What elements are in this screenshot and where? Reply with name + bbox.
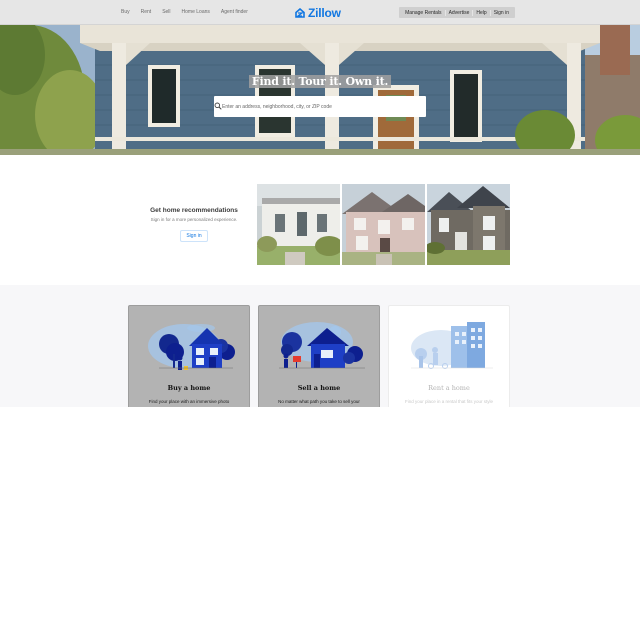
sell-home-illustration xyxy=(279,322,365,369)
sign-in-button[interactable]: Sign in xyxy=(180,230,208,242)
hero-banner: Find it. Tour it. Own it. xyxy=(0,25,640,155)
recommendation-photos xyxy=(257,184,512,265)
hero-house-photo xyxy=(0,25,640,155)
buy-home-illustration xyxy=(148,324,235,370)
zillow-house-icon xyxy=(295,8,305,18)
recommendations-section: Get home recommendations Sign in for a m… xyxy=(0,155,640,285)
nav-link-home-loans[interactable]: Home Loans xyxy=(182,9,210,15)
recommendations-subtitle: Sign in for a more personalized experien… xyxy=(150,217,238,222)
nav-link-rent[interactable]: Rent xyxy=(141,9,152,15)
buy-home-description: Find your place with an immersive photo xyxy=(148,399,230,404)
search-icon[interactable] xyxy=(214,102,222,110)
nav-link-buy[interactable]: Buy xyxy=(121,9,130,15)
nav-link-advertise[interactable]: Advertise xyxy=(444,9,473,16)
home-photo-pink-house xyxy=(342,184,425,265)
sell-home-description: No matter what path you take to sell you… xyxy=(278,399,360,404)
rent-home-title: Rent a home xyxy=(428,384,470,392)
nav-link-sign-in[interactable]: Sign in xyxy=(489,9,512,16)
nav-link-help[interactable]: Help xyxy=(472,9,489,16)
top-navigation: Buy Rent Sell Home Loans Agent finder Zi… xyxy=(0,0,640,25)
home-photo-white-house xyxy=(257,184,340,265)
recommendations-title: Get home recommendations xyxy=(150,207,238,214)
nav-link-sell[interactable]: Sell xyxy=(162,9,170,15)
rent-home-illustration xyxy=(411,322,493,369)
search-input[interactable] xyxy=(222,103,407,110)
search-bar xyxy=(214,96,426,117)
primary-nav: Buy Rent Sell Home Loans Agent finder xyxy=(121,9,259,15)
zillow-logo[interactable]: Zillow xyxy=(295,6,341,20)
logo-text: Zillow xyxy=(308,6,341,20)
home-photo-stone-house xyxy=(427,184,510,265)
sell-home-title: Sell a home xyxy=(297,384,341,392)
secondary-nav: Manage Rentals Advertise Help Sign in xyxy=(399,7,515,18)
rent-home-card[interactable]: Rent a home Find your place in a rental … xyxy=(388,305,510,407)
nav-link-manage-rentals[interactable]: Manage Rentals xyxy=(402,10,444,16)
sell-home-card[interactable]: Sell a home No matter what path you take… xyxy=(258,305,380,407)
buy-home-card[interactable]: Buy a home Find your place with an immer… xyxy=(128,305,250,407)
rent-home-description: Find your place in a rental that fits yo… xyxy=(404,399,494,404)
nav-link-agent-finder[interactable]: Agent finder xyxy=(221,9,248,15)
buy-home-title: Buy a home xyxy=(167,384,211,392)
services-section: Buy a home Find your place with an immer… xyxy=(0,285,640,407)
